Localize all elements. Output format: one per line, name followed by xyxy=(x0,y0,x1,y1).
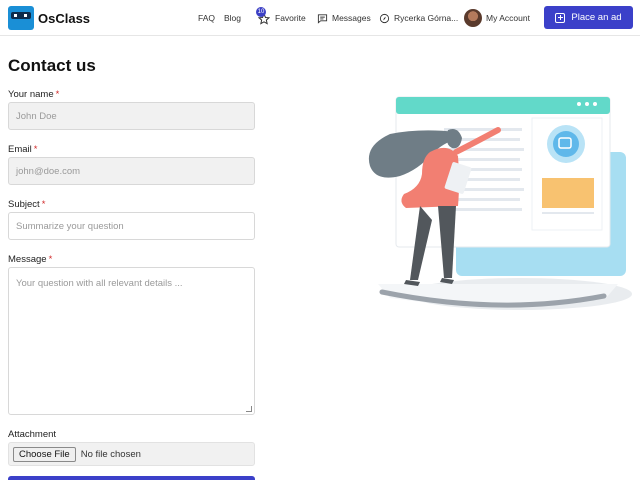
email-input-value: john@doe.com xyxy=(16,165,81,177)
nav-my-account-label: My Account xyxy=(486,13,530,23)
choose-file-button[interactable]: Choose File xyxy=(13,446,76,462)
message-label-text: Message xyxy=(8,254,47,265)
nav-messages-label: Messages xyxy=(332,13,371,23)
message-icon xyxy=(317,13,328,24)
subject-label: Subject * xyxy=(8,199,45,210)
place-an-ad-button[interactable]: Place an ad xyxy=(544,6,633,29)
star-icon: 10 xyxy=(256,7,270,25)
email-label-text: Email xyxy=(8,144,32,155)
attachment-file-input[interactable]: Choose File No file chosen xyxy=(8,442,255,466)
subject-input-placeholder: Summarize your question xyxy=(16,220,124,232)
message-textarea-placeholder: Your question with all relevant details … xyxy=(16,278,183,289)
place-an-ad-label: Place an ad xyxy=(571,12,622,23)
logo-text: OsClass xyxy=(38,10,91,26)
name-input-value: John Doe xyxy=(16,110,57,122)
submit-button[interactable] xyxy=(8,476,255,480)
email-input[interactable]: john@doe.com xyxy=(8,157,255,185)
message-label: Message * xyxy=(8,254,52,265)
favorite-count-badge: 10 xyxy=(256,7,266,17)
required-mark: * xyxy=(33,144,38,155)
resize-handle-icon[interactable] xyxy=(246,406,252,412)
nav-location[interactable]: Rycerka Górna... xyxy=(379,0,458,36)
top-header: OsClass FAQ Blog 10 Favorite Messages Ry… xyxy=(0,0,640,36)
required-mark: * xyxy=(41,199,46,210)
logo[interactable]: OsClass xyxy=(8,6,90,30)
nav-blog[interactable]: Blog xyxy=(224,0,241,36)
name-label: Your name * xyxy=(8,89,59,100)
email-label: Email * xyxy=(8,144,37,155)
subject-label-text: Subject xyxy=(8,199,40,210)
no-file-text: No file chosen xyxy=(80,448,141,460)
compass-icon xyxy=(379,13,390,23)
nav-blog-label: Blog xyxy=(224,13,242,23)
nav-location-label: Rycerka Górna... xyxy=(394,13,459,23)
name-label-text: Your name xyxy=(8,89,54,100)
name-input[interactable]: John Doe xyxy=(8,102,255,130)
avatar xyxy=(464,9,482,27)
nav-favorite[interactable]: 10 Favorite xyxy=(256,0,306,36)
logo-icon xyxy=(8,6,34,30)
contact-illustration xyxy=(368,96,632,310)
required-mark: * xyxy=(55,89,60,100)
nav-messages[interactable]: Messages xyxy=(317,0,371,36)
plus-square-icon xyxy=(555,12,566,23)
nav-my-account[interactable]: My Account xyxy=(464,0,530,36)
page-title: Contact us xyxy=(8,56,96,75)
nav-faq[interactable]: FAQ xyxy=(198,0,215,36)
required-mark: * xyxy=(48,254,53,265)
subject-input[interactable]: Summarize your question xyxy=(8,212,255,240)
attachment-label: Attachment xyxy=(8,429,57,440)
nav-favorite-label: Favorite xyxy=(275,13,306,23)
nav-faq-label: FAQ xyxy=(198,13,216,23)
message-textarea[interactable]: Your question with all relevant details … xyxy=(8,267,255,415)
